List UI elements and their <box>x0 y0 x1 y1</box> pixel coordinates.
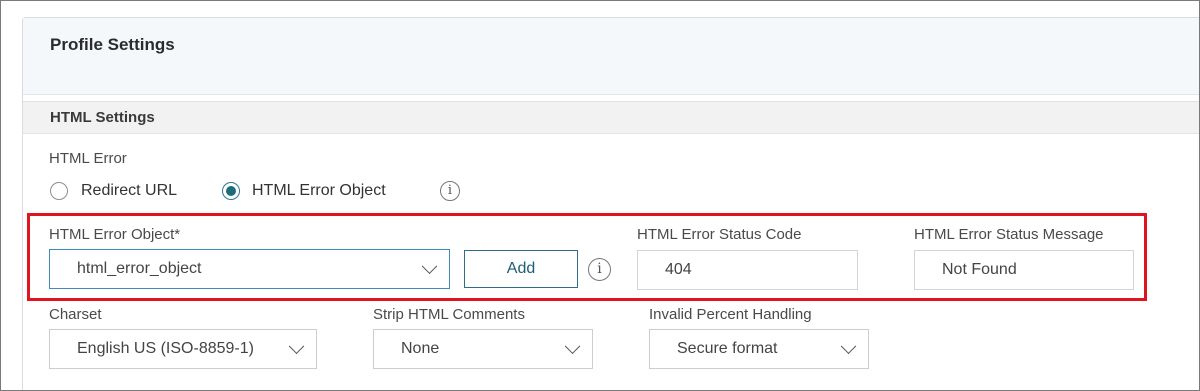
strip-comments-select[interactable]: None <box>373 329 593 369</box>
html-error-label: HTML Error <box>49 150 127 167</box>
charset-value: English US (ISO-8859-1) <box>77 340 254 357</box>
chevron-down-icon <box>421 258 438 275</box>
html-error-object-value: html_error_object <box>77 260 202 277</box>
panel-header: Profile Settings <box>23 18 1199 95</box>
panel-title: Profile Settings <box>50 35 175 54</box>
chevron-down-icon <box>840 338 857 355</box>
info-icon[interactable]: i <box>440 181 460 201</box>
add-button[interactable]: Add <box>464 250 578 288</box>
charset-label: Charset <box>49 306 102 323</box>
status-code-label: HTML Error Status Code <box>637 226 802 243</box>
charset-select[interactable]: English US (ISO-8859-1) <box>49 329 317 369</box>
window-frame: Profile Settings HTML Settings HTML Erro… <box>0 0 1200 391</box>
status-code-input[interactable]: 404 <box>637 250 858 290</box>
chevron-down-icon <box>288 338 305 355</box>
status-message-value: Not Found <box>942 261 1017 278</box>
section-header: HTML Settings <box>23 101 1199 134</box>
html-error-object-select[interactable]: html_error_object <box>49 249 450 289</box>
status-message-input[interactable]: Not Found <box>914 250 1134 290</box>
radio-html-error-object[interactable] <box>222 182 240 200</box>
info-icon[interactable]: i <box>588 258 611 281</box>
invalid-percent-label: Invalid Percent Handling <box>649 306 812 323</box>
chevron-down-icon <box>564 338 581 355</box>
section-title: HTML Settings <box>50 109 155 126</box>
status-code-value: 404 <box>665 261 692 278</box>
strip-comments-value: None <box>401 340 440 357</box>
radio-html-error-object-label[interactable]: HTML Error Object <box>252 182 386 200</box>
html-error-object-label: HTML Error Object* <box>49 226 181 243</box>
radio-redirect-url[interactable] <box>50 182 68 200</box>
invalid-percent-select[interactable]: Secure format <box>649 329 869 369</box>
invalid-percent-value: Secure format <box>677 340 778 357</box>
radio-redirect-url-label[interactable]: Redirect URL <box>81 182 177 200</box>
strip-comments-label: Strip HTML Comments <box>373 306 525 323</box>
status-message-label: HTML Error Status Message <box>914 226 1104 243</box>
